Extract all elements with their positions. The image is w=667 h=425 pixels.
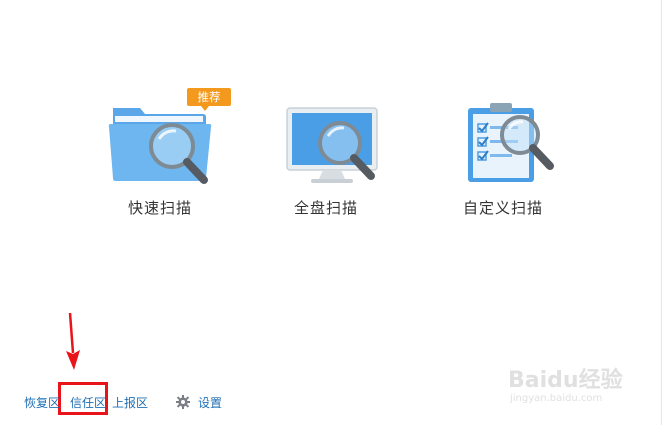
watermark-brand: Baidu经验 <box>508 368 623 393</box>
custom-scan-button[interactable]: 自定义扫描 <box>428 86 578 226</box>
trust-zone-link[interactable]: 信任区 <box>70 394 106 412</box>
recovery-zone-link[interactable]: 恢复区 <box>24 394 60 412</box>
recommend-badge: 推荐 <box>187 88 231 111</box>
panel-border <box>661 0 662 425</box>
watermark-site: jingyan.baidu.com <box>510 393 603 404</box>
gear-icon[interactable] <box>176 395 190 409</box>
quick-scan-button[interactable]: 推荐 快速扫描 <box>85 86 235 226</box>
custom-scan-label: 自定义扫描 <box>462 199 543 217</box>
folder-magnifier-icon: 推荐 <box>85 86 235 190</box>
report-zone-link[interactable]: 上报区 <box>112 394 148 412</box>
full-scan-button[interactable]: 全盘扫描 <box>251 86 401 226</box>
annotation-arrow <box>63 312 83 371</box>
settings-link[interactable]: 设置 <box>198 394 222 412</box>
monitor-magnifier-icon <box>251 86 401 190</box>
checklist-magnifier-icon <box>428 86 578 190</box>
scan-home-panel: 推荐 快速扫描 全盘扫描 自定义扫描 恢复区 信任区 上报区 设置 Baidu经… <box>0 0 667 425</box>
baidu-jingyan-watermark: Baidu经验 jingyan.baidu.com <box>508 350 658 410</box>
quick-scan-label: 快速扫描 <box>127 199 192 217</box>
full-scan-label: 全盘扫描 <box>293 199 358 217</box>
